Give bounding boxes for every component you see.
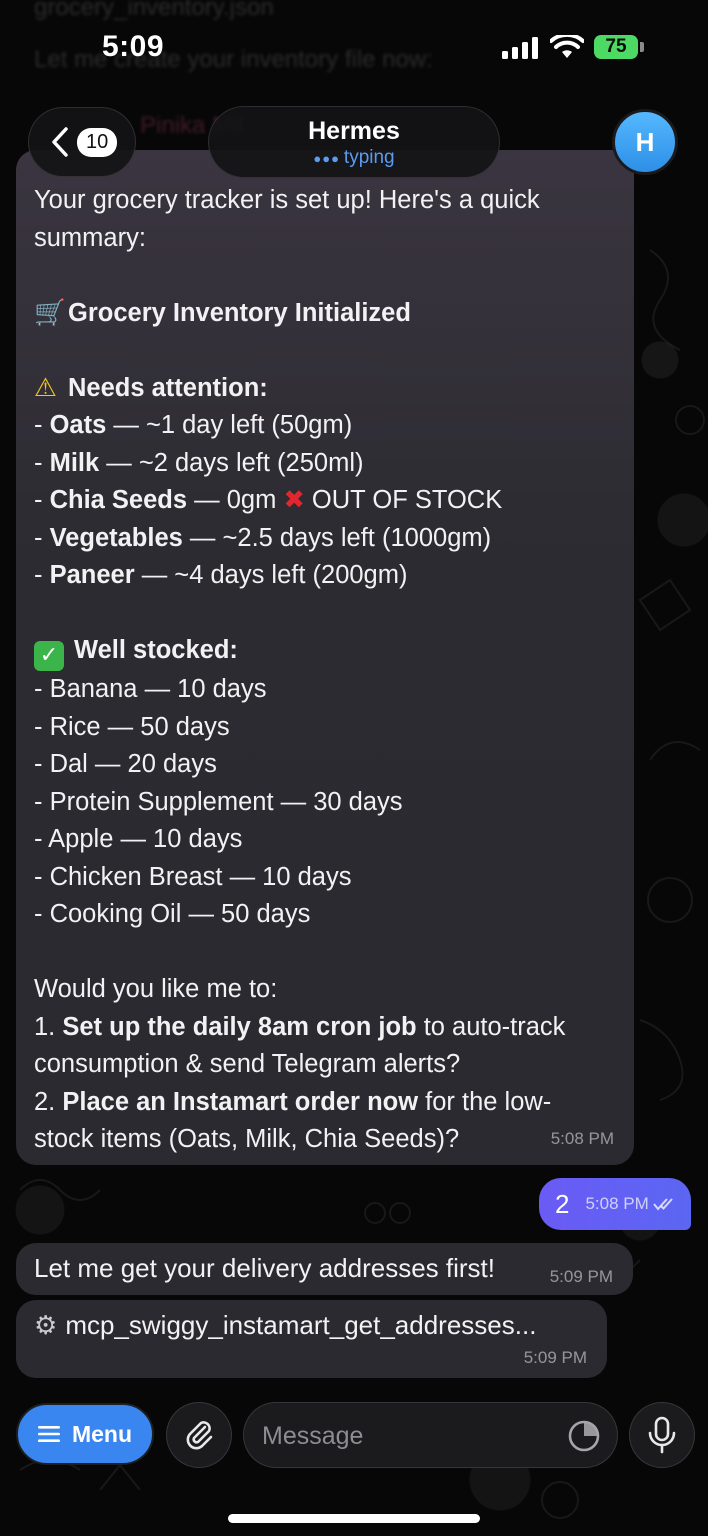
home-indicator[interactable] xyxy=(228,1514,480,1523)
message-timestamp: 5:08 PM xyxy=(550,1128,614,1148)
hamburger-icon xyxy=(37,1426,60,1442)
message-field[interactable] xyxy=(243,1402,618,1468)
message-bubble-outgoing[interactable]: 2 5:08 PM xyxy=(539,1178,691,1230)
chat-status: ●●● typing xyxy=(313,147,395,168)
question-line: Would you like me to: xyxy=(34,975,278,1003)
message-line: summary: xyxy=(34,223,146,252)
stocked-item: - Protein Supplement — 30 days xyxy=(34,787,403,816)
typing-dots-icon: ●●● xyxy=(313,151,340,166)
out-of-stock-label: OUT OF STOCK xyxy=(311,486,503,514)
microphone-icon xyxy=(648,1416,676,1454)
wifi-icon xyxy=(550,35,584,58)
option-line: 2. Place an Instamart order now for the … xyxy=(34,1087,552,1116)
stocked-item: - Chicken Breast — 10 days xyxy=(34,862,352,891)
stocked-heading: ✓ Well stocked: xyxy=(34,632,616,671)
gear-icon: ⚙ xyxy=(34,1311,58,1341)
stocked-item: - Banana — 10 days xyxy=(34,675,267,703)
message-text: mcp_swiggy_instamart_get_addresses... xyxy=(65,1310,537,1340)
unread-count-badge: 10 xyxy=(77,127,118,157)
option-line: consumption & send Telegram alerts? xyxy=(34,1050,461,1078)
message-bubble-tool-call[interactable]: ⚙ mcp_swiggy_instamart_get_addresses... 5… xyxy=(16,1300,607,1378)
inventory-heading: 🛒Grocery Inventory Initialized xyxy=(34,295,616,333)
stocked-item: - Rice — 50 days xyxy=(34,712,230,741)
message-bubble-summary[interactable]: Your grocery tracker is set up! Here's a… xyxy=(16,150,634,1165)
message-bubble-address[interactable]: Let me get your delivery addresses first… xyxy=(16,1243,633,1295)
message-line: Your grocery tracker is set up! Here's a… xyxy=(34,186,540,214)
stocked-item: - Apple — 10 days xyxy=(34,825,243,853)
message-text: Let me get your delivery addresses first… xyxy=(34,1253,495,1283)
message-input[interactable] xyxy=(262,1419,552,1453)
cellular-signal-icon xyxy=(502,37,538,59)
option-line: stock items (Oats, Milk, Chia Seeds)? xyxy=(34,1125,460,1153)
back-button[interactable]: 10 xyxy=(28,107,136,177)
attention-item: - Chia Seeds — 0gm ✖ OUT OF STOCK xyxy=(34,485,503,515)
attention-item: - Milk — ~2 days left (250ml) xyxy=(34,448,364,477)
sticker-icon[interactable] xyxy=(567,1419,601,1453)
avatar[interactable]: H xyxy=(612,109,678,175)
message-timestamp: 5:08 PM xyxy=(585,1194,649,1213)
status-time: 5:09 xyxy=(102,30,165,63)
double-check-icon xyxy=(653,1198,673,1211)
cross-mark-icon: ✖ xyxy=(283,485,305,515)
option-line: 1. Set up the daily 8am cron job to auto… xyxy=(34,1012,566,1041)
attention-item: - Vegetables — ~2.5 days left (1000gm) xyxy=(34,523,492,552)
battery-level: 75 xyxy=(605,36,627,57)
paperclip-icon xyxy=(186,1421,213,1450)
attention-item: - Paneer — ~4 days left (200gm) xyxy=(34,561,408,589)
outgoing-text: 2 xyxy=(555,1188,570,1219)
chat-title-pill[interactable]: Hermes ●●● typing xyxy=(208,106,500,178)
menu-label: Menu xyxy=(71,1420,133,1447)
message-timestamp: 5:09 PM xyxy=(549,1267,613,1286)
message-timestamp: 5:09 PM xyxy=(523,1348,587,1367)
cart-icon: 🛒 xyxy=(34,297,66,328)
chevron-left-icon xyxy=(52,127,68,157)
status-bar: 5:09 75 xyxy=(0,0,708,92)
menu-button[interactable]: Menu xyxy=(16,1403,154,1465)
microphone-button[interactable] xyxy=(629,1402,695,1468)
attach-button[interactable] xyxy=(166,1402,232,1468)
warning-icon: ⚠ xyxy=(34,372,57,403)
stocked-item: - Dal — 20 days xyxy=(34,750,217,778)
attention-heading: ⚠ Needs attention: xyxy=(34,370,616,408)
battery-tip xyxy=(640,42,644,52)
attention-item: - Oats — ~1 day left (50gm) xyxy=(34,411,353,439)
battery-indicator: 75 xyxy=(594,35,638,59)
stocked-item: - Cooking Oil — 50 days xyxy=(34,900,311,928)
chat-name: Hermes xyxy=(308,117,400,145)
check-mark-icon: ✓ xyxy=(34,641,64,671)
